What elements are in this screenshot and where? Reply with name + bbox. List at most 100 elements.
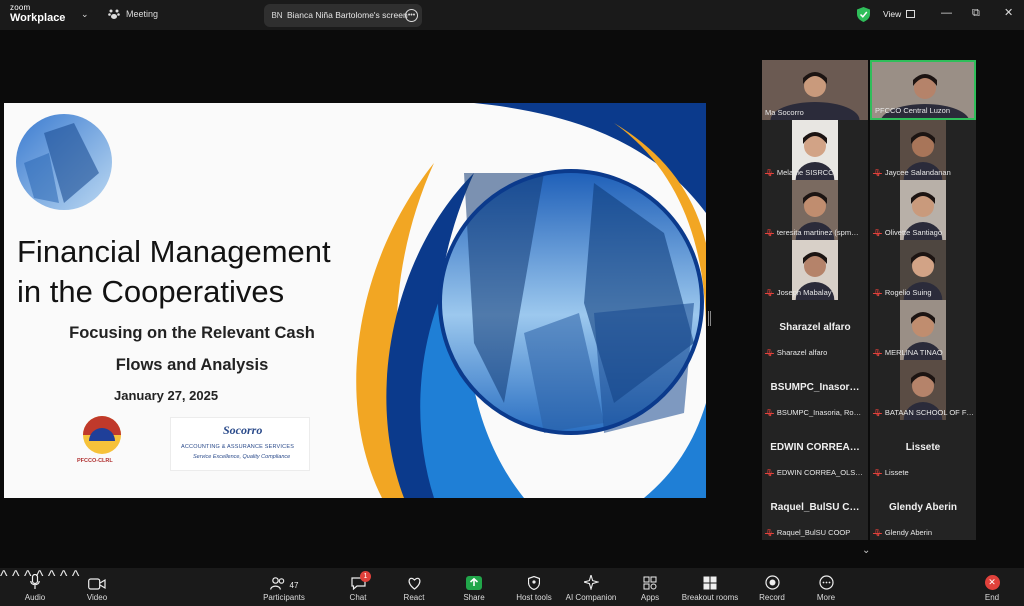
muted-mic-icon: 🎙 [873,169,882,177]
muted-mic-icon: 🎙 [873,469,882,477]
host-tools-label: Host tools [516,593,552,602]
muted-mic-icon: 🎙 [873,409,882,417]
resize-handle[interactable] [708,311,711,326]
record-label: Record [759,593,785,602]
sparkle-icon [583,568,599,590]
record-button[interactable]: Record [757,568,787,606]
participant-name: PFCCO Central Luzon [875,106,950,115]
participant-name-text: Olivette Santiago [884,228,943,237]
participant-tile[interactable]: PFCCO Central Luzon [870,60,976,120]
participant-display-name: BSUMPC_Inasor… [770,382,860,393]
pfcco-logo-text: PFCCO-CLRL [77,458,113,464]
brand-bottom: Workplace [10,12,66,24]
participant-tile[interactable]: Sharazel alfaro 🎙 Sharazel alfaro [762,300,868,360]
participant-tile[interactable]: Lissete 🎙 Lissete [870,420,976,480]
participant-tile[interactable]: 🎙 Olivette Santiago [870,180,976,240]
audio-button[interactable]: Audio [22,568,48,606]
participant-name-text: Ma Socorro [765,108,804,117]
video-button[interactable]: Video [84,568,110,606]
participants-label: Participants [263,593,305,602]
close-button[interactable]: ✕ [1004,8,1013,19]
audio-options-caret[interactable]: ^ [0,568,8,585]
chevron-down-icon[interactable]: ⌄ [81,9,89,20]
participant-name: 🎙 Joseph Mabalay [765,288,832,297]
host-tools-button[interactable]: Host tools [514,568,554,606]
apps-label: Apps [640,593,660,602]
participants-button[interactable]: 47 Participants [262,568,306,606]
socorro-name: Socorro [223,423,263,437]
screen-share-pill[interactable]: BN Bianca Niña Bartolome's screen ••• [264,4,422,27]
participant-display-name: Sharazel alfaro [779,322,851,333]
share-options-caret[interactable]: ^ [60,568,68,585]
react-button[interactable]: React [402,568,426,606]
breakout-rooms-button[interactable]: Breakout rooms [680,568,740,606]
participant-name-text: EDWIN CORREA_OLS… [776,468,863,477]
participant-name-text: Rogelio Suing [884,288,932,297]
participant-tile[interactable]: 🎙 MERLINA TINAO [870,300,976,360]
participant-tile[interactable]: BSUMPC_Inasor… 🎙 BSUMPC_Inasoria, Ro… [762,360,868,420]
restore-button[interactable]: ⧉ [972,8,980,19]
participant-tile[interactable]: 🎙 Rogelio Suing [870,240,976,300]
participant-name: 🎙 Raquel_BulSU COOP [765,528,850,537]
participant-name-text: teresita martinez (spm… [776,228,859,237]
shield-icon[interactable] [857,7,870,22]
chat-label: Chat [349,593,367,602]
participant-name: 🎙 Sharazel alfaro [765,348,827,357]
view-button[interactable]: View [883,9,901,19]
apps-button[interactable]: Apps [638,568,662,606]
more-icon [818,568,834,590]
video-label: Video [86,593,108,602]
sharer-avatar: BN [271,11,283,20]
shared-slide: Financial Management in the Cooperatives… [4,103,706,498]
participant-tile[interactable]: Ma Socorro [762,60,868,120]
muted-mic-icon: 🎙 [873,229,882,237]
participants-icon: 47 [269,568,298,590]
participant-display-name: Lissete [905,442,941,453]
participant-name: 🎙 Lissete [873,468,909,477]
participant-name: 🎙 Rogelio Suing [873,288,932,297]
participant-tile[interactable]: 🎙 Jaycee Salandanan [870,120,976,180]
share-button[interactable]: Share [462,568,486,606]
end-icon: ✕ [984,575,1000,590]
screen-share-label: Bianca Niña Bartolome's screen [287,10,408,20]
subtitle-line-1: Focusing on the Relevant Cash [69,324,315,342]
chevron-down-icon[interactable]: ⌄ [862,545,870,556]
more-button[interactable]: More [812,568,840,606]
ai-companion-button[interactable]: AI Companion [565,568,617,606]
host-shield-icon [528,568,540,590]
participant-tile[interactable]: EDWIN CORREA… 🎙 EDWIN CORREA_OLS… [762,420,868,480]
meeting-label: Meeting [126,9,159,19]
participant-name: 🎙 EDWIN CORREA_OLS… [765,468,863,477]
participant-display-name: Raquel_BulSU C… [770,502,860,513]
participant-display-name: EDWIN CORREA… [770,442,860,453]
participant-name: 🎙 BSUMPC_Inasoria, Ro… [765,408,861,417]
video-options-caret[interactable]: ^ [12,568,20,585]
end-meeting-button[interactable]: ✕ End [977,575,1007,602]
participant-tile[interactable]: 🎙 Joseph Mabalay [762,240,868,300]
title-bar: zoom Workplace ⌄ Meeting BN Bianca Niña … [0,0,1024,30]
muted-mic-icon: 🎙 [873,529,882,537]
meeting-menu[interactable]: Meeting [108,8,158,20]
muted-mic-icon: 🎙 [765,229,774,237]
participant-name-text: Jaycee Salandanan [884,168,951,177]
slide-title: Financial Management in the Cooperatives [17,232,387,312]
participant-tile[interactable]: Raquel_BulSU C… 🎙 Raquel_BulSU COOP [762,480,868,540]
more-options-icon[interactable]: ••• [405,9,418,22]
share-screen-icon [466,568,482,590]
participant-name-text: MERLINA TINAO [884,348,943,357]
participant-name: Ma Socorro [765,108,804,117]
subtitle-line-2: Flows and Analysis [115,356,269,374]
participant-tile[interactable]: Glendy Aberin 🎙 Glendy Aberin [870,480,976,540]
react-options-caret[interactable]: ^ [48,568,56,585]
participant-name: 🎙 Olivette Santiago [873,228,942,237]
participant-tile[interactable]: 🎙 teresita martinez (spm… [762,180,868,240]
participant-tile[interactable]: 🎙 Melanie SISRCC [762,120,868,180]
apps-options-caret[interactable]: ^ [72,568,80,585]
zoom-workplace-logo[interactable]: zoom Workplace [10,4,65,24]
participant-tile[interactable]: 🎙 BATAAN SCHOOL OF F… [870,360,976,420]
view-grid-icon[interactable] [906,10,915,18]
participant-name-text: BSUMPC_Inasoria, Ro… [776,408,862,417]
minimize-button[interactable]: — [941,8,952,19]
breakout-rooms-icon [703,568,717,590]
participant-name-text: PFCCO Central Luzon [875,106,951,115]
